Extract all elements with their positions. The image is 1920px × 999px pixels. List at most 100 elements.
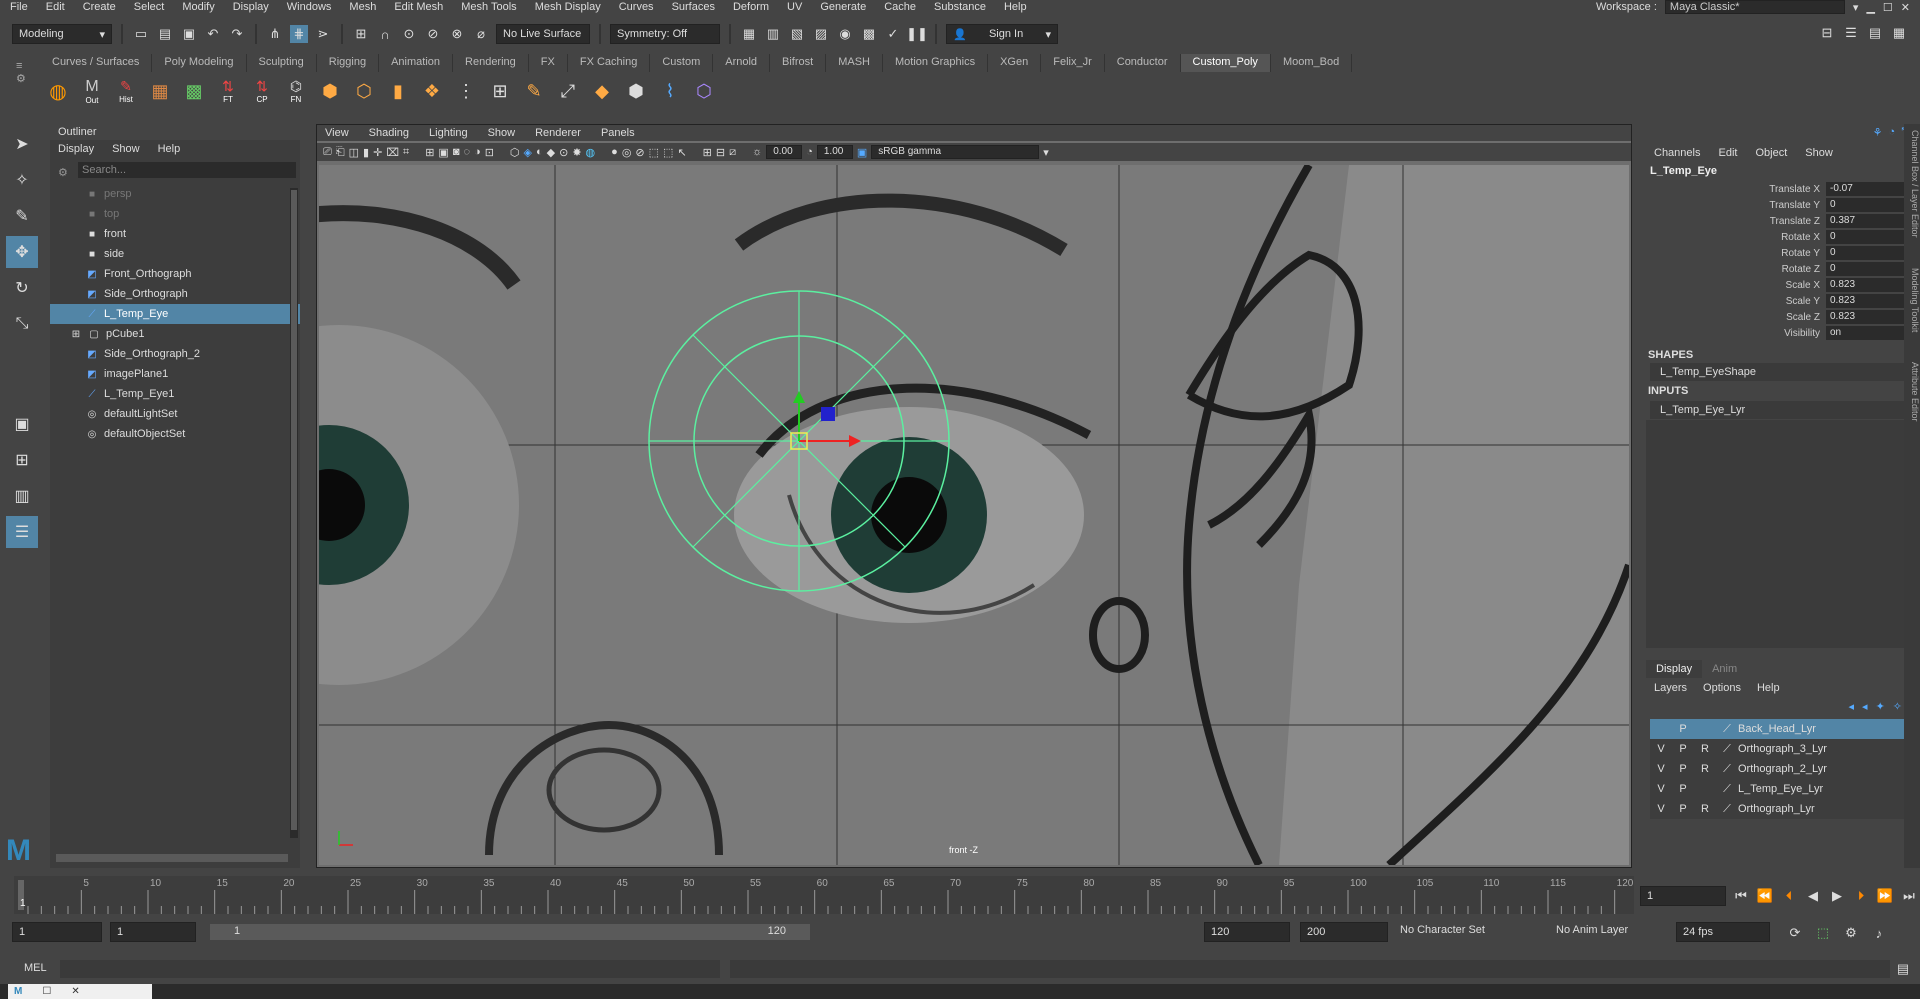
- step-forward-key-icon[interactable]: ⏩: [1876, 887, 1894, 905]
- side-tab-modeling-toolkit[interactable]: Modeling Toolkit: [1904, 268, 1920, 332]
- workspace-dropdown[interactable]: Maya Classic*: [1664, 0, 1845, 14]
- close-icon[interactable]: ✕: [1901, 1, 1910, 14]
- frame-selected-icon[interactable]: ⊟: [716, 146, 725, 159]
- vp-menu-shading[interactable]: Shading: [369, 127, 409, 139]
- mode-dropdown[interactable]: Modeling ▾: [12, 24, 112, 44]
- grid-icon[interactable]: ✛: [373, 146, 382, 159]
- auto-key-icon[interactable]: ⬚: [1814, 924, 1832, 942]
- move-layer-up-icon[interactable]: ◂: [1849, 700, 1855, 713]
- select-object-icon[interactable]: ⋕: [290, 25, 308, 43]
- move-manip-plane[interactable]: [821, 407, 835, 421]
- menu-curves[interactable]: Curves: [619, 1, 654, 13]
- menu-substance[interactable]: Substance: [934, 1, 986, 13]
- render-sequence-icon[interactable]: ▥: [764, 25, 782, 43]
- depth-icon[interactable]: ◍: [586, 146, 596, 159]
- input-node[interactable]: L_Temp_Eye_Lyr: [1650, 401, 1912, 419]
- film-gate-icon[interactable]: ⌧: [386, 146, 399, 159]
- isolate-icon[interactable]: ⊡: [485, 146, 494, 159]
- pause-icon[interactable]: ❚❚: [906, 25, 928, 43]
- shelf-tab-rigging[interactable]: Rigging: [317, 54, 380, 72]
- shelf-tab-felix[interactable]: Felix_Jr: [1041, 54, 1105, 72]
- shelf-tab-fx-caching[interactable]: FX Caching: [568, 54, 651, 72]
- wireframe-icon[interactable]: ⬡: [690, 77, 718, 105]
- rotate-tool-icon[interactable]: ↻: [6, 272, 38, 304]
- layer-reference[interactable]: R: [1694, 803, 1716, 815]
- bookmark-icon[interactable]: ◫: [349, 146, 359, 159]
- vp-menu-lighting[interactable]: Lighting: [429, 127, 468, 139]
- channel-value[interactable]: 0.387: [1826, 214, 1910, 228]
- shelf-tab-fx[interactable]: FX: [529, 54, 568, 72]
- shelf-tab-custom[interactable]: Custom: [650, 54, 714, 72]
- undo-icon[interactable]: ↶: [204, 25, 222, 43]
- lights-icon[interactable]: ◌: [463, 146, 470, 158]
- vp-menu-panels[interactable]: Panels: [601, 127, 635, 139]
- channel-row[interactable]: Rotate Y 0: [1646, 245, 1916, 261]
- outliner-menu-display[interactable]: Display: [58, 143, 94, 155]
- shelf-tab-rendering[interactable]: Rendering: [453, 54, 529, 72]
- ao2-icon[interactable]: ⬚: [663, 146, 673, 159]
- channel-box-icon[interactable]: ▦: [1890, 24, 1908, 42]
- camera-attr-icon[interactable]: ⎗: [336, 146, 345, 159]
- layer-playback[interactable]: P: [1672, 803, 1694, 815]
- select-camera-icon[interactable]: ⬚: [649, 146, 659, 159]
- freeze-transform-icon[interactable]: ⇅ FT: [214, 77, 242, 105]
- shelf-tab-conductor[interactable]: Conductor: [1105, 54, 1181, 72]
- outliner-item[interactable]: ◩ Side_Orthograph_2: [50, 344, 300, 364]
- sphere-tool-icon[interactable]: ◍: [44, 77, 72, 105]
- script-editor-icon[interactable]: ▤: [1894, 960, 1912, 978]
- snap-point-icon[interactable]: ⊙: [400, 25, 418, 43]
- scale-tool-icon[interactable]: ⤡: [6, 308, 38, 340]
- menu-cache[interactable]: Cache: [884, 1, 916, 13]
- new-layer-selected-icon[interactable]: ✧: [1893, 700, 1902, 713]
- layer-tab-display[interactable]: Display: [1646, 660, 1703, 678]
- layer-visibility[interactable]: V: [1650, 803, 1672, 815]
- outliner-item[interactable]: ■ side: [50, 244, 300, 264]
- layer-tab-anim[interactable]: Anim: [1702, 660, 1747, 678]
- outliner-icon[interactable]: M Out: [78, 77, 106, 105]
- layer-playback[interactable]: P: [1672, 783, 1694, 795]
- chevron-down-icon[interactable]: ▾: [1853, 1, 1859, 14]
- shadows-icon[interactable]: ◑: [474, 146, 481, 158]
- channel-value[interactable]: 0.823: [1826, 278, 1910, 292]
- shelf-menu-icon[interactable]: ≡ ⚙: [16, 60, 30, 100]
- symmetry-dropdown[interactable]: Symmetry: Off: [610, 24, 720, 44]
- current-frame-field[interactable]: 1: [1640, 886, 1726, 906]
- loop-icon[interactable]: ⟳: [1786, 924, 1804, 942]
- new-layer-icon[interactable]: ✦: [1876, 700, 1885, 713]
- menu-surfaces[interactable]: Surfaces: [672, 1, 715, 13]
- outliner-item[interactable]: ◩ imagePlane1: [50, 364, 300, 384]
- layer-row[interactable]: P ⟋ Back_Head_Lyr: [1650, 719, 1906, 739]
- vp-menu-renderer[interactable]: Renderer: [535, 127, 581, 139]
- viewport-canvas[interactable]: front -Z: [319, 165, 1629, 865]
- outliner-menu-show[interactable]: Show: [112, 143, 140, 155]
- color-management-icon[interactable]: ▣: [857, 146, 867, 159]
- menu-mesh[interactable]: Mesh: [349, 1, 376, 13]
- go-to-start-icon[interactable]: ⏮: [1732, 887, 1750, 905]
- gamma-icon[interactable]: ◔: [806, 146, 813, 158]
- step-back-frame-icon[interactable]: ⏴: [1780, 887, 1798, 905]
- channel-value[interactable]: 0: [1826, 198, 1910, 212]
- layer-visibility[interactable]: V: [1650, 743, 1672, 755]
- layer-playback[interactable]: P: [1672, 743, 1694, 755]
- playback-end-field[interactable]: 120: [1204, 922, 1290, 942]
- smooth-icon[interactable]: ⬢: [622, 77, 650, 105]
- select-hierarchy-icon[interactable]: ⋔: [266, 25, 284, 43]
- outliner-item[interactable]: ⟋ L_Temp_Eye: [50, 304, 300, 324]
- menu-edit[interactable]: Edit: [46, 1, 65, 13]
- playback-start-field[interactable]: 1: [110, 922, 196, 942]
- move-tool-icon[interactable]: ✥: [6, 236, 38, 268]
- face-normals-icon[interactable]: ⌬ FN: [282, 77, 310, 105]
- menu-deform[interactable]: Deform: [733, 1, 769, 13]
- render-settings-icon[interactable]: ▨: [812, 25, 830, 43]
- motion-blur-icon[interactable]: ✸: [572, 146, 581, 159]
- tool-settings-icon[interactable]: ▤: [1866, 24, 1884, 42]
- channel-value[interactable]: 0.823: [1826, 310, 1910, 324]
- channel-row[interactable]: Scale X 0.823: [1646, 277, 1916, 293]
- outliner-search-input[interactable]: Search...: [78, 162, 296, 178]
- attribute-editor-icon[interactable]: ☰: [1842, 24, 1860, 42]
- scrollbar-thumb[interactable]: [291, 190, 297, 830]
- shelf-tab-custom-poly[interactable]: Custom_Poly: [1180, 54, 1271, 72]
- menu-generate[interactable]: Generate: [820, 1, 866, 13]
- live-icon[interactable]: ⌀: [472, 25, 490, 43]
- xray-joints-icon[interactable]: ◈: [524, 146, 532, 159]
